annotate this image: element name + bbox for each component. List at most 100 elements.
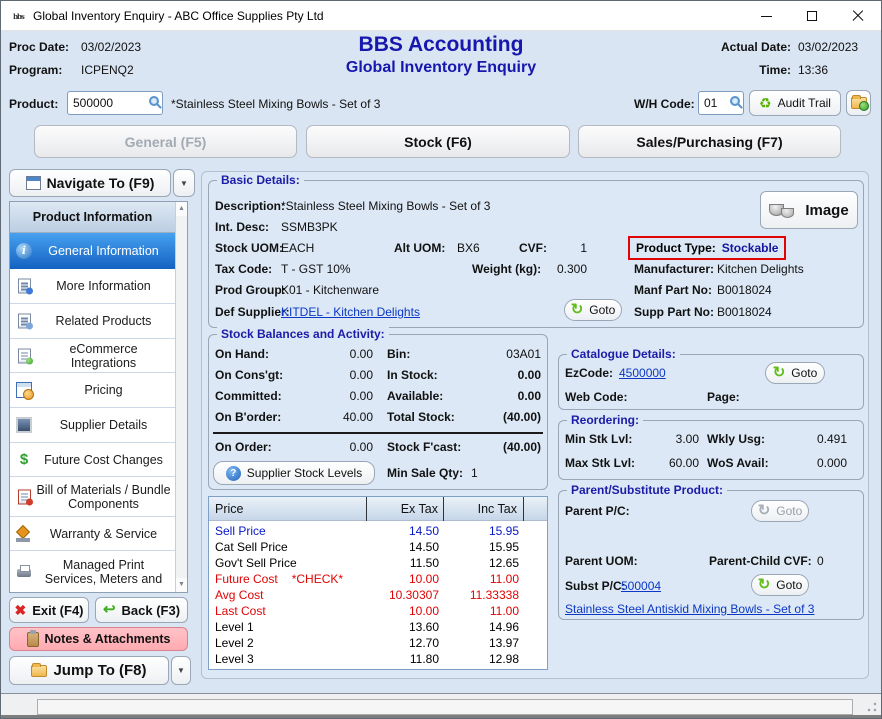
supplier-stock-levels-button[interactable]: ? Supplier Stock Levels — [213, 461, 375, 485]
on-order-value: 0.00 — [269, 439, 373, 455]
supplier-stock-levels-label: Supplier Stock Levels — [247, 466, 362, 480]
committed-value: 0.00 — [269, 388, 373, 404]
status-message-field — [37, 699, 853, 715]
jump-to-button[interactable]: Jump To (F8) — [9, 656, 169, 685]
back-button[interactable]: ↩ Back (F3) — [95, 597, 188, 623]
ezcode-link[interactable]: 4500000 — [619, 365, 666, 381]
price-inc-tax: 11.00 — [439, 571, 519, 587]
price-inc-tax: 14.96 — [439, 619, 519, 635]
audit-trail-button[interactable]: ♻ Audit Trail — [749, 90, 841, 116]
back-arrow-icon: ↩ — [103, 603, 116, 617]
image-button[interactable]: Image — [760, 191, 858, 229]
notes-attachments-button[interactable]: Notes & Attachments — [9, 627, 188, 651]
supp-part-value: B0018024 — [717, 304, 772, 320]
divider — [213, 432, 543, 434]
wkly-usg-value: 0.491 — [775, 431, 847, 447]
int-desc-label: Int. Desc: — [215, 219, 269, 235]
subst-description-link[interactable]: Stainless Steel Antiskid Mixing Bowls - … — [565, 601, 814, 617]
price-ex-tax: 14.50 — [359, 523, 439, 539]
price-ex-tax: 10.00 — [359, 571, 439, 587]
screen-title: Global Inventory Enquiry — [201, 59, 681, 77]
price-row-future-cost: Future Cost*CHECK* 10.00 11.00 — [209, 571, 547, 587]
in-stock-label: In Stock: — [387, 367, 438, 383]
time-value: 13:36 — [798, 62, 828, 78]
navigate-to-button[interactable]: Navigate To (F9) — [9, 169, 171, 197]
price-ex-tax: 11.50 — [359, 555, 439, 571]
on-order-label: On Order: — [215, 439, 272, 455]
wh-code-label: W/H Code: — [634, 96, 695, 112]
bom-document-icon — [18, 489, 31, 504]
time-label: Time: — [701, 62, 791, 78]
prod-group-value: K01 - Kitchenware — [281, 282, 379, 298]
tax-code-label: Tax Code: — [215, 261, 272, 277]
sidebar-item-warranty-service[interactable]: Warranty & Service — [10, 517, 175, 551]
price-row-label: Level 1 — [215, 619, 254, 635]
exit-button[interactable]: ✖ Exit (F4) — [9, 597, 89, 623]
sidebar-item-related-products[interactable]: Related Products — [10, 304, 175, 339]
subst-goto-button[interactable]: ↻ Goto — [751, 574, 809, 596]
app-title: BBS Accounting — [201, 33, 681, 57]
add-folder-button[interactable] — [846, 90, 871, 116]
jump-to-label: Jump To (F8) — [53, 662, 146, 679]
supplier-goto-button[interactable]: ↻ Goto — [564, 299, 622, 321]
scroll-up-icon[interactable]: ▲ — [176, 202, 187, 216]
subst-pc-link[interactable]: 500004 — [621, 578, 661, 594]
sidebar-item-general-information[interactable]: i General Information — [10, 233, 175, 269]
price-row-label: Level 3 — [215, 651, 254, 667]
price-row-sell-price: Sell Price 14.50 15.95 — [209, 523, 547, 539]
maximize-icon — [807, 11, 817, 21]
min-sale-qty-label: Min Sale Qty: — [387, 465, 463, 481]
recycle-icon: ♻ — [759, 96, 772, 110]
in-stock-value: 0.00 — [457, 367, 541, 383]
navigation-list: Product Information i General Informatio… — [9, 201, 188, 593]
nav-scrollbar[interactable]: ▲ ▼ — [175, 202, 187, 592]
sidebar-item-label: Bill of Materials / Bundle Components — [36, 483, 171, 511]
dollar-icon: $ — [16, 452, 32, 468]
parent-goto-button: ↻ Goto — [751, 500, 809, 522]
close-button[interactable] — [835, 1, 881, 31]
price-inc-tax: 11.00 — [439, 603, 519, 619]
jump-to-dropdown[interactable]: ▼ — [171, 656, 191, 685]
manufacturer-value: Kitchen Delights — [717, 261, 804, 277]
parent-uom-label: Parent UOM: — [565, 553, 638, 569]
sidebar-item-supplier-details[interactable]: Supplier Details — [10, 408, 175, 443]
sidebar-item-future-cost-changes[interactable]: $ Future Cost Changes — [10, 443, 175, 477]
parent-pc-label: Parent P/C: — [565, 503, 630, 519]
column-divider — [523, 497, 524, 521]
close-icon — [852, 10, 864, 22]
tab-stock[interactable]: Stock (F6) — [306, 125, 570, 158]
sidebar-item-label: General Information — [48, 244, 158, 258]
ezcode-goto-button[interactable]: ↻ Goto — [765, 362, 825, 384]
wh-search-icon[interactable] — [730, 96, 740, 106]
price-row-last-cost: Last Cost 10.00 11.00 — [209, 603, 547, 619]
sidebar-item-managed-print-services[interactable]: Managed Print Services, Meters and — [10, 551, 175, 593]
sidebar-item-ecommerce-integrations[interactable]: eCommerce Integrations — [10, 339, 175, 373]
maximize-button[interactable] — [789, 1, 835, 31]
product-search-icon[interactable] — [149, 96, 159, 106]
price-ex-tax: 14.50 — [359, 539, 439, 555]
navigate-to-dropdown[interactable]: ▼ — [173, 169, 195, 197]
price-row-level-2: Level 2 12.70 13.97 — [209, 635, 547, 651]
check-flag: *CHECK* — [292, 572, 343, 586]
wkly-usg-label: Wkly Usg: — [707, 431, 765, 447]
sidebar-item-more-information[interactable]: More Information — [10, 269, 175, 304]
folder-plus-icon — [851, 97, 867, 109]
price-inc-tax: 15.95 — [439, 539, 519, 555]
tab-general[interactable]: General (F5) — [34, 125, 297, 158]
manf-part-label: Manf Part No: — [634, 282, 712, 298]
tab-sales-purchasing[interactable]: Sales/Purchasing (F7) — [578, 125, 841, 158]
product-type-label: Product Type: — [636, 240, 716, 256]
max-stk-value: 60.00 — [619, 455, 699, 471]
def-supplier-link[interactable]: KITDEL - Kitchen Delights — [281, 304, 420, 320]
sidebar-item-bill-of-materials[interactable]: Bill of Materials / Bundle Components — [10, 477, 175, 517]
resize-grip[interactable] — [867, 702, 877, 712]
document-plus-icon — [18, 279, 31, 294]
catalogue-details-section: Catalogue Details: EzCode: 4500000 ↻ Got… — [558, 354, 864, 410]
sidebar-item-pricing[interactable]: Pricing — [10, 373, 175, 408]
available-value: 0.00 — [457, 388, 541, 404]
wos-avail-label: WoS Avail: — [707, 455, 769, 471]
scroll-down-icon[interactable]: ▼ — [176, 578, 187, 592]
price-ex-tax: 11.80 — [359, 651, 439, 667]
parent-substitute-legend: Parent/Substitute Product: — [567, 482, 727, 498]
minimize-button[interactable] — [743, 1, 789, 31]
